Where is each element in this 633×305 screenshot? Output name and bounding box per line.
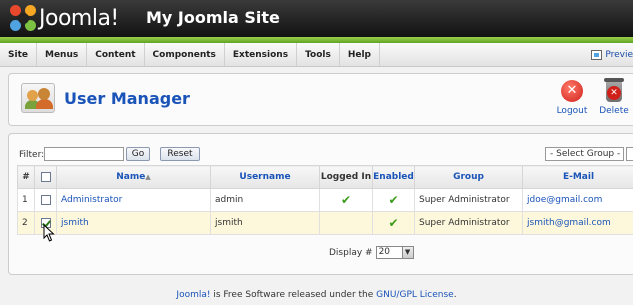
toolbar-panel: User Manager ✕ Logout ✕ Delete <box>8 73 633 126</box>
mouse-cursor-icon <box>43 224 55 242</box>
reset-button[interactable]: Reset <box>160 147 200 161</box>
header-bar: Joomla! My Joomla Site <box>0 0 633 37</box>
col-email[interactable]: E-Mail <box>522 165 633 189</box>
joomla-logo-icon <box>10 5 36 31</box>
joomla-footer-link[interactable]: Joomla! <box>176 290 210 300</box>
menu-menus[interactable]: Menus <box>37 43 88 66</box>
select-all-checkbox[interactable] <box>40 171 51 182</box>
row-username: admin <box>210 188 320 212</box>
preview-link[interactable]: Previe <box>591 43 633 67</box>
row-group: Super Administrator <box>414 211 523 235</box>
group-select[interactable]: - Select Group - <box>545 147 624 161</box>
row-number: 1 <box>17 188 35 212</box>
menu-components[interactable]: Components <box>145 43 225 66</box>
pagination-display: Display # 20 ▼ <box>329 246 414 259</box>
user-name-link[interactable]: Administrator <box>61 195 122 205</box>
license-link[interactable]: GNU/GPL License <box>376 290 454 300</box>
footer: Joomla! is Free Software released under … <box>0 290 633 300</box>
row-email-cell: jsmith@gmail.com <box>522 211 633 235</box>
row-logged-in: ✔ <box>319 188 373 212</box>
menu-tools[interactable]: Tools <box>297 43 340 66</box>
col-logged-in: Logged In <box>319 165 373 189</box>
logout-icon: ✕ <box>561 80 583 102</box>
row-name-cell: jsmith <box>56 211 211 235</box>
delete-label: Delete <box>599 106 629 116</box>
display-limit-select[interactable]: 20 ▼ <box>375 246 414 259</box>
table-row: 1 Administrator admin ✔ ✔ Super Administ… <box>17 188 633 212</box>
preview-label: Previe <box>605 50 633 60</box>
email-link[interactable]: jsmith@gmail.com <box>527 218 611 228</box>
content-panel: Filter: Go Reset - Select Group - # Name… <box>8 133 633 275</box>
menu-extensions[interactable]: Extensions <box>225 43 298 66</box>
check-icon: ✔ <box>388 216 399 230</box>
go-button[interactable]: Go <box>126 147 150 161</box>
check-icon: ✔ <box>340 193 352 207</box>
user-manager-icon <box>21 83 55 113</box>
logo-text: Joomla! <box>39 5 119 31</box>
filter-input[interactable] <box>44 147 124 161</box>
logout-label: Logout <box>556 106 588 116</box>
state-select[interactable] <box>626 147 633 161</box>
row-enabled[interactable]: ✔ <box>372 188 415 212</box>
row-logged-in <box>319 211 373 235</box>
row-name-cell: Administrator <box>56 188 211 212</box>
col-name-label: Name <box>116 172 146 182</box>
col-enabled[interactable]: Enabled <box>372 165 415 189</box>
row-number: 2 <box>17 211 35 235</box>
col-username[interactable]: Username <box>210 165 320 189</box>
user-name-link[interactable]: jsmith <box>61 218 89 228</box>
preview-icon <box>591 50 603 60</box>
chevron-down-icon: ▼ <box>401 247 413 258</box>
site-title: My Joomla Site <box>146 8 280 27</box>
footer-text: is Free Software released under the <box>210 290 377 300</box>
row-enabled[interactable]: ✔ <box>372 211 415 235</box>
page-title: User Manager <box>64 89 190 108</box>
col-name[interactable]: Name▲ <box>56 165 211 189</box>
col-group[interactable]: Group <box>414 165 523 189</box>
row-group: Super Administrator <box>414 188 523 212</box>
logout-button[interactable]: ✕ Logout <box>552 80 592 116</box>
delete-button[interactable]: ✕ Delete <box>594 78 633 116</box>
joomla-logo[interactable]: Joomla! <box>10 4 119 32</box>
table-header-row: # Name▲ Username Logged In Enabled Group… <box>17 165 633 189</box>
check-icon: ✔ <box>388 193 399 207</box>
row-checkbox[interactable] <box>40 194 51 205</box>
row-email-cell: jdoe@gmail.com <box>522 188 633 212</box>
menu-content[interactable]: Content <box>87 43 145 66</box>
row-username: jsmith <box>210 211 320 235</box>
users-table: # Name▲ Username Logged In Enabled Group… <box>17 165 633 235</box>
display-label: Display # <box>329 247 373 258</box>
table-row: 2 jsmith jsmith ✔ Super Administrator js… <box>17 211 633 235</box>
filter-label: Filter: <box>19 150 45 160</box>
email-link[interactable]: jdoe@gmail.com <box>527 195 602 205</box>
sort-asc-icon: ▲ <box>145 173 151 181</box>
display-limit-value: 20 <box>378 247 391 257</box>
col-number: # <box>17 165 35 189</box>
trash-icon: ✕ <box>604 78 624 102</box>
row-select-cell <box>34 188 57 212</box>
menu-help[interactable]: Help <box>340 43 380 66</box>
menu-site[interactable]: Site <box>0 43 37 66</box>
footer-text-end: . <box>453 290 457 300</box>
col-select-all <box>34 165 57 189</box>
main-menu: Site Menus Content Components Extensions… <box>0 43 633 67</box>
